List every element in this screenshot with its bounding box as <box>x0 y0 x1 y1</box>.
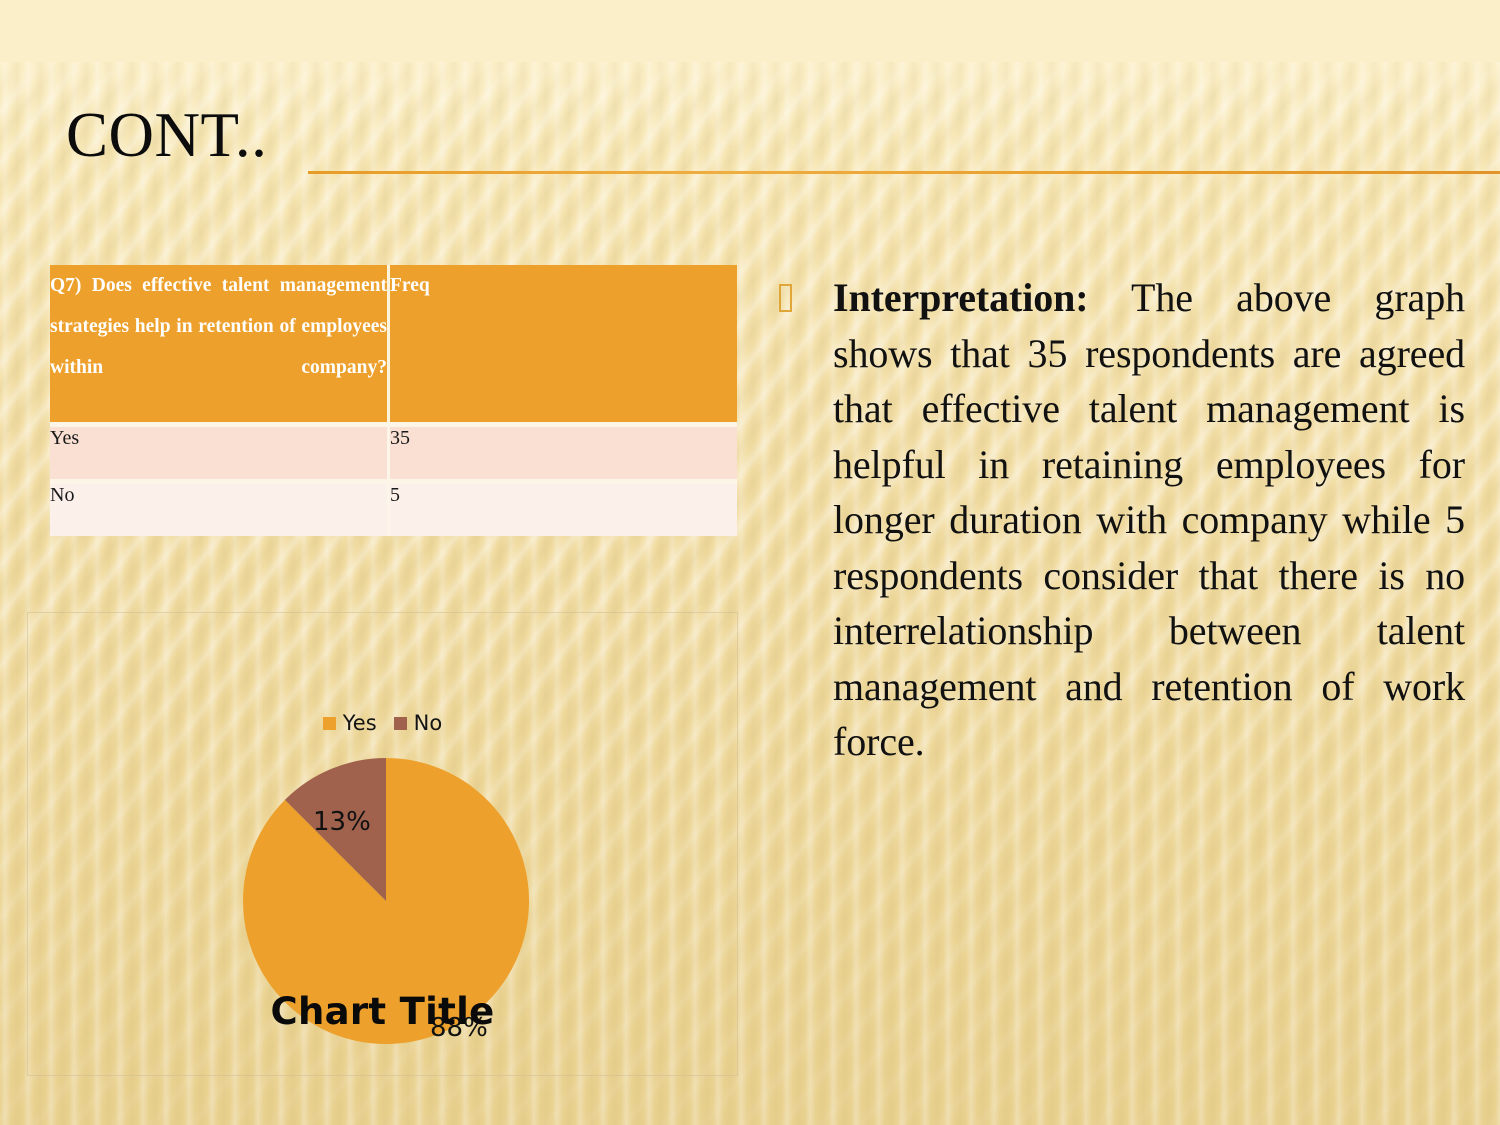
table-header-row: Q7) Does effective talent management str… <box>50 265 737 422</box>
chart-title: Chart Title <box>270 990 495 1033</box>
legend-swatch-yes-icon <box>322 716 336 730</box>
table-cell-freq-no: 5 <box>390 479 737 536</box>
interpretation-lead: Interpretation: <box>833 275 1089 320</box>
table-cell-label-yes: Yes <box>50 422 390 479</box>
chart-legend: Yes No <box>28 711 737 735</box>
page-title: CONT.. <box>66 100 268 170</box>
title-divider-rule <box>308 171 1500 174</box>
interpretation-block: Interpretation: The above graph shows th… <box>765 270 1465 770</box>
pie-chart-frame[interactable]: Yes No 13% 88% Chart Title <box>27 612 738 1076</box>
legend-swatch-no-icon <box>393 716 407 730</box>
interpretation-paragraph: Interpretation: The above graph shows th… <box>833 270 1465 770</box>
table-header-question: Q7) Does effective talent management str… <box>50 265 390 422</box>
table-row: Yes 35 <box>50 422 737 479</box>
legend-label-yes: Yes <box>342 711 377 735</box>
interpretation-body: The above graph shows that 35 respondent… <box>833 275 1465 764</box>
table-row: No 5 <box>50 479 737 536</box>
legend-label-no: No <box>413 711 443 735</box>
table-cell-label-no: No <box>50 479 390 536</box>
table-cell-freq-yes: 35 <box>390 422 737 479</box>
frequency-table: Q7) Does effective talent management str… <box>50 265 737 536</box>
legend-entry-yes[interactable]: Yes <box>322 711 377 735</box>
pie-label-no-percent: 13% <box>313 807 371 837</box>
hollow-square-bullet-icon <box>779 284 792 312</box>
table-header-freq: Freq <box>390 265 737 422</box>
title-block: CONT.. <box>0 0 1500 190</box>
legend-entry-no[interactable]: No <box>393 711 443 735</box>
slide-canvas: CONT.. Q7) Does effective talent managem… <box>0 0 1500 1125</box>
